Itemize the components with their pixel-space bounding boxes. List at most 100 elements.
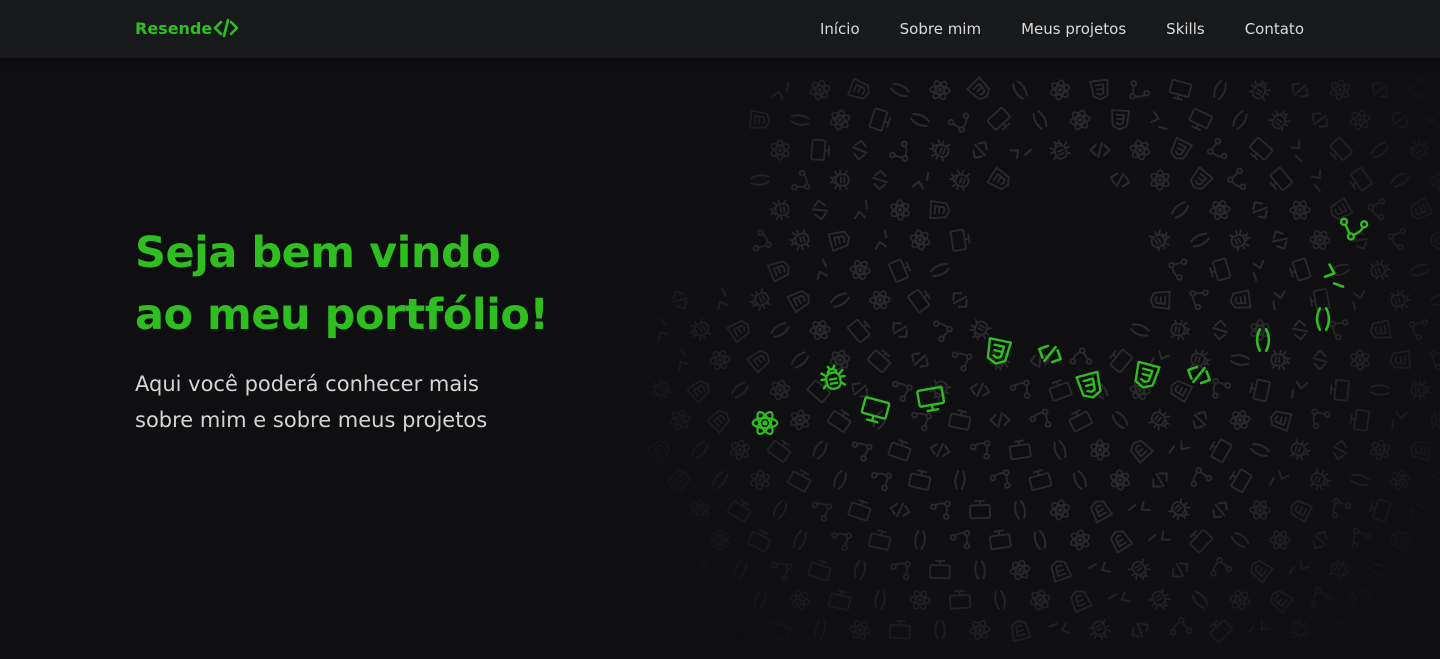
parentheses-icon	[1369, 561, 1391, 579]
monitor-icon	[948, 589, 972, 610]
hero-subtitle: Aqui você poderá conhecer mais sobre mim…	[135, 366, 487, 438]
nav-link-meus-projetos[interactable]: Meus projetos	[1021, 20, 1126, 38]
html5-icon	[1267, 408, 1293, 432]
git-branch-icon	[1308, 408, 1332, 432]
git-branch-icon	[1408, 318, 1431, 342]
react-icon	[1386, 467, 1414, 493]
terminal-icon	[669, 348, 692, 371]
parentheses-icon	[929, 261, 951, 279]
nav-link-inicio[interactable]: Início	[820, 20, 860, 38]
react-icon	[1365, 615, 1395, 645]
terminal-icon	[1147, 528, 1171, 552]
monitor-icon	[826, 406, 855, 434]
code-icon	[871, 169, 889, 191]
monitor-icon	[726, 496, 755, 524]
bug-icon	[1146, 226, 1174, 254]
html5-icon	[1246, 556, 1274, 584]
monitor-icon	[949, 227, 972, 252]
nav-link-skills[interactable]: Skills	[1166, 20, 1205, 38]
parentheses-icon	[750, 173, 770, 187]
html5-icon	[1406, 197, 1434, 223]
parentheses-icon	[691, 619, 709, 641]
monitor-icon	[1325, 136, 1354, 165]
parentheses-icon	[1109, 409, 1131, 431]
parentheses-icon	[1189, 589, 1211, 611]
bug-icon	[1227, 226, 1254, 254]
git-branch-icon	[1346, 526, 1373, 553]
react-icon	[1366, 437, 1394, 463]
git-branch-icon	[1426, 106, 1440, 134]
parentheses-icon	[1249, 441, 1271, 459]
react-icon	[906, 227, 934, 253]
terminal-icon	[1088, 559, 1111, 581]
bug-icon	[966, 317, 994, 344]
html5-icon	[1368, 319, 1392, 341]
code-icon	[928, 440, 952, 460]
parentheses-icon	[770, 499, 790, 521]
html5-icon	[1286, 497, 1314, 523]
monitor-icon	[906, 285, 935, 314]
bug-icon	[1307, 467, 1334, 494]
monitor-icon	[1346, 166, 1374, 195]
monitor-icon	[968, 499, 992, 520]
terminal-icon	[1288, 139, 1312, 162]
code-icon	[1291, 319, 1309, 341]
react-icon	[704, 344, 736, 376]
monitor-icon	[868, 107, 893, 134]
monitor-icon	[746, 526, 774, 553]
git-branch-icon	[969, 439, 991, 460]
git-branch-icon	[929, 498, 952, 521]
react-icon	[745, 464, 775, 496]
logo-link[interactable]: Resende	[135, 18, 239, 38]
bug-icon	[926, 377, 953, 404]
monitor-icon	[1348, 408, 1371, 432]
terminal-icon	[1250, 259, 1270, 282]
nav-link-contato[interactable]: Contato	[1245, 20, 1304, 38]
monitor-icon	[986, 106, 1015, 135]
git-branch-icon	[790, 169, 811, 191]
monitor-icon	[1245, 136, 1274, 165]
code-icon	[1089, 142, 1111, 158]
git-branch-icon	[1405, 76, 1434, 105]
code-icon	[1147, 467, 1173, 493]
terminal-icon	[1410, 499, 1429, 521]
html5-icon	[748, 109, 772, 131]
code-icon	[968, 137, 992, 163]
html5-icon	[1408, 439, 1432, 461]
code-icon	[850, 138, 870, 162]
html5-icon	[1067, 587, 1093, 613]
html5-icon	[1008, 617, 1032, 643]
html5-icon	[1387, 527, 1413, 553]
parentheses-icon	[992, 589, 1008, 611]
monitor-icon	[1226, 465, 1253, 494]
react-icon	[1405, 556, 1435, 584]
navbar: Resende Início Sobre mim Meus projetos S…	[0, 0, 1440, 58]
html5-icon	[1126, 436, 1154, 464]
git-branch-icon	[847, 436, 874, 463]
monitor-icon	[1287, 257, 1312, 284]
parentheses-icon	[852, 559, 868, 581]
bug-icon	[1286, 616, 1315, 645]
parentheses-icon	[973, 559, 987, 581]
monitor-icon	[827, 588, 853, 612]
bug-icon	[1166, 496, 1195, 525]
nav-link-sobre-mim[interactable]: Sobre mim	[900, 20, 981, 38]
bug-icon	[1246, 76, 1274, 104]
terminal-icon	[1290, 380, 1309, 401]
parentheses-icon	[831, 469, 849, 491]
react-icon	[1046, 75, 1074, 105]
monitor-icon	[810, 138, 831, 162]
git-branch-icon	[888, 137, 913, 163]
react-icon	[888, 198, 912, 222]
html5-icon	[929, 200, 951, 220]
terminal-icon	[1048, 619, 1071, 640]
html5-icon	[706, 406, 734, 434]
hero-title-line-1: Seja bem vindo	[135, 228, 501, 278]
bug-icon	[1430, 409, 1440, 431]
html5-icon	[1266, 586, 1294, 614]
git-branch-icon	[888, 558, 912, 581]
react-icon	[685, 494, 715, 526]
react-icon	[908, 588, 932, 612]
html5-icon	[1228, 289, 1252, 311]
parentheses-icon	[1012, 499, 1028, 521]
